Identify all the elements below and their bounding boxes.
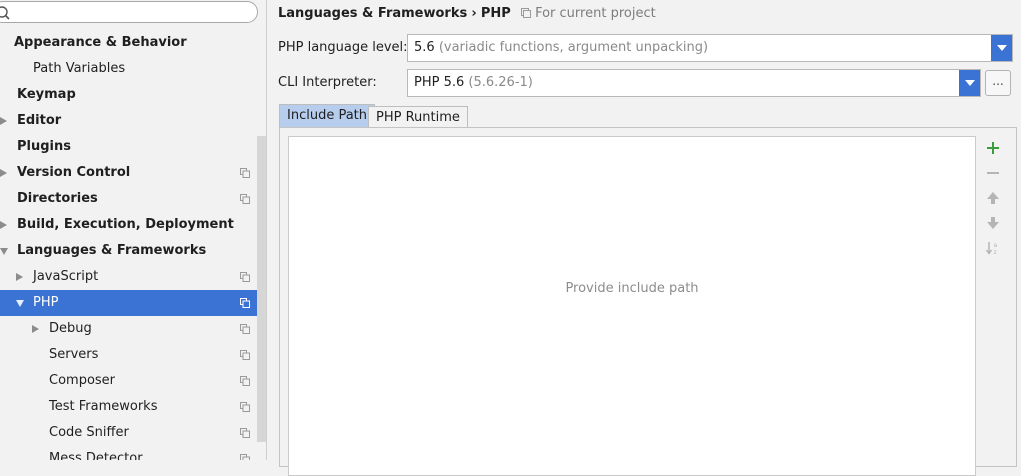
- expand-right-icon[interactable]: [0, 117, 7, 125]
- project-scope-icon: [240, 194, 250, 204]
- sidebar-item-code-sniffer[interactable]: Code Sniffer: [0, 420, 266, 446]
- sidebar-item-label: JavaScript: [33, 269, 99, 284]
- sidebar-item-label: Plugins: [17, 139, 71, 154]
- breadcrumb-separator: ›: [471, 6, 477, 21]
- cli-interpreter-combobox[interactable]: PHP 5.6 (5.6.26-1): [407, 69, 981, 97]
- breadcrumb-parent: Languages & Frameworks: [278, 6, 468, 21]
- sidebar-item-composer[interactable]: Composer: [0, 368, 266, 394]
- sidebar-item-label: Keymap: [17, 87, 76, 102]
- sidebar-item-debug[interactable]: Debug: [0, 316, 266, 342]
- project-scope-icon: [240, 298, 250, 308]
- project-scope-icon: [240, 402, 250, 412]
- sidebar-item-label: Code Sniffer: [49, 425, 129, 440]
- move-down-icon[interactable]: [985, 215, 1001, 231]
- sidebar-item-keymap[interactable]: Keymap: [0, 82, 266, 108]
- language-level-combobox[interactable]: 5.6 (variadic functions, argument unpack…: [407, 34, 1013, 62]
- breadcrumb-current: PHP: [480, 6, 511, 21]
- sidebar-item-plugins[interactable]: Plugins: [0, 134, 266, 160]
- cli-interpreter-label: CLI Interpreter:: [278, 75, 377, 90]
- sidebar-item-label: Version Control: [17, 165, 131, 180]
- language-level-detail: (variadic functions, argument unpacking): [438, 40, 709, 55]
- tab-include-path[interactable]: Include Path: [279, 104, 376, 127]
- sidebar-scrollbar[interactable]: [257, 136, 266, 442]
- sidebar-item-label: Composer: [49, 373, 116, 388]
- include-path-list[interactable]: Provide include path: [288, 136, 976, 476]
- chevron-down-icon: [965, 80, 975, 86]
- sidebar-item-label: Test Frameworks: [49, 399, 158, 414]
- cli-interpreter-value: PHP 5.6: [414, 75, 465, 90]
- project-scope-icon: [240, 376, 250, 386]
- language-level-dropdown-button[interactable]: [991, 35, 1012, 61]
- browse-interpreters-button[interactable]: ...: [985, 70, 1011, 96]
- language-level-label: PHP language level:: [278, 40, 408, 55]
- sidebar-item-label: Languages & Frameworks: [17, 243, 207, 258]
- sidebar-item-path-variables[interactable]: Path Variables: [0, 56, 266, 82]
- settings-search-field[interactable]: [0, 1, 258, 23]
- language-level-value: 5.6: [414, 40, 435, 55]
- chevron-down-icon: [997, 45, 1007, 51]
- sidebar-item-label: Editor: [17, 113, 62, 128]
- sidebar-item-label: Mess Detector: [49, 451, 143, 460]
- project-scope-icon: [520, 8, 531, 18]
- sidebar-item-servers[interactable]: Servers: [0, 342, 266, 368]
- sidebar-item-version-control[interactable]: Version Control: [0, 160, 266, 186]
- project-scope-icon: [240, 350, 250, 360]
- svg-text:a: a: [994, 242, 998, 249]
- expand-right-icon[interactable]: [0, 169, 7, 177]
- remove-icon[interactable]: [985, 165, 1001, 181]
- sidebar-item-directories[interactable]: Directories: [0, 186, 266, 212]
- sidebar-item-label: Debug: [49, 321, 92, 336]
- sidebar-item-label: Path Variables: [33, 61, 126, 76]
- expand-right-icon[interactable]: [16, 273, 23, 281]
- expand-down-icon[interactable]: [0, 248, 8, 255]
- settings-sidebar: Appearance & Behavior Path Variables Keyma…: [0, 0, 267, 460]
- sidebar-item-build-execution-deployment[interactable]: Build, Execution, Deployment: [0, 212, 266, 238]
- sidebar-item-label: Build, Execution, Deployment: [17, 217, 234, 232]
- cli-interpreter-detail: (5.6.26-1): [468, 75, 533, 90]
- tab-php-runtime[interactable]: PHP Runtime: [368, 106, 468, 127]
- expand-right-icon[interactable]: [0, 221, 7, 229]
- include-path-empty-text: Provide include path: [565, 281, 699, 296]
- sidebar-item-label: Servers: [49, 347, 99, 362]
- project-scope-icon: [240, 324, 250, 334]
- sidebar-item-test-frameworks[interactable]: Test Frameworks: [0, 394, 266, 420]
- project-scope-icon: [240, 428, 250, 438]
- breadcrumb: Languages & Frameworks › PHP For current…: [278, 4, 656, 24]
- sidebar-item-javascript[interactable]: JavaScript: [0, 264, 266, 290]
- cli-interpreter-dropdown-button[interactable]: [959, 70, 980, 96]
- search-icon: [0, 6, 10, 20]
- sort-icon[interactable]: a z: [985, 240, 1001, 256]
- php-settings-page: Languages & Frameworks › PHP For current…: [267, 0, 1021, 476]
- sidebar-item-label: Appearance & Behavior: [14, 35, 187, 50]
- expand-right-icon[interactable]: [32, 325, 39, 333]
- sidebar-item-appearance-behavior[interactable]: Appearance & Behavior: [0, 30, 266, 56]
- sidebar-item-editor[interactable]: Editor: [0, 108, 266, 134]
- sidebar-item-languages-frameworks[interactable]: Languages & Frameworks: [0, 238, 266, 264]
- sidebar-item-mess-detector[interactable]: Mess Detector: [0, 446, 266, 460]
- svg-text:z: z: [994, 249, 997, 256]
- project-scope-icon: [240, 272, 250, 282]
- move-up-icon[interactable]: [985, 190, 1001, 206]
- sidebar-item-label: Directories: [17, 191, 98, 206]
- include-path-panel: Provide include path a z: [279, 127, 1017, 476]
- project-scope-icon: [240, 454, 250, 460]
- breadcrumb-scope: For current project: [535, 6, 656, 21]
- expand-down-icon[interactable]: [16, 300, 24, 307]
- sidebar-item-label: PHP: [33, 295, 59, 310]
- add-icon[interactable]: [985, 140, 1001, 156]
- sidebar-item-php[interactable]: PHP: [0, 290, 266, 316]
- project-scope-icon: [240, 168, 250, 178]
